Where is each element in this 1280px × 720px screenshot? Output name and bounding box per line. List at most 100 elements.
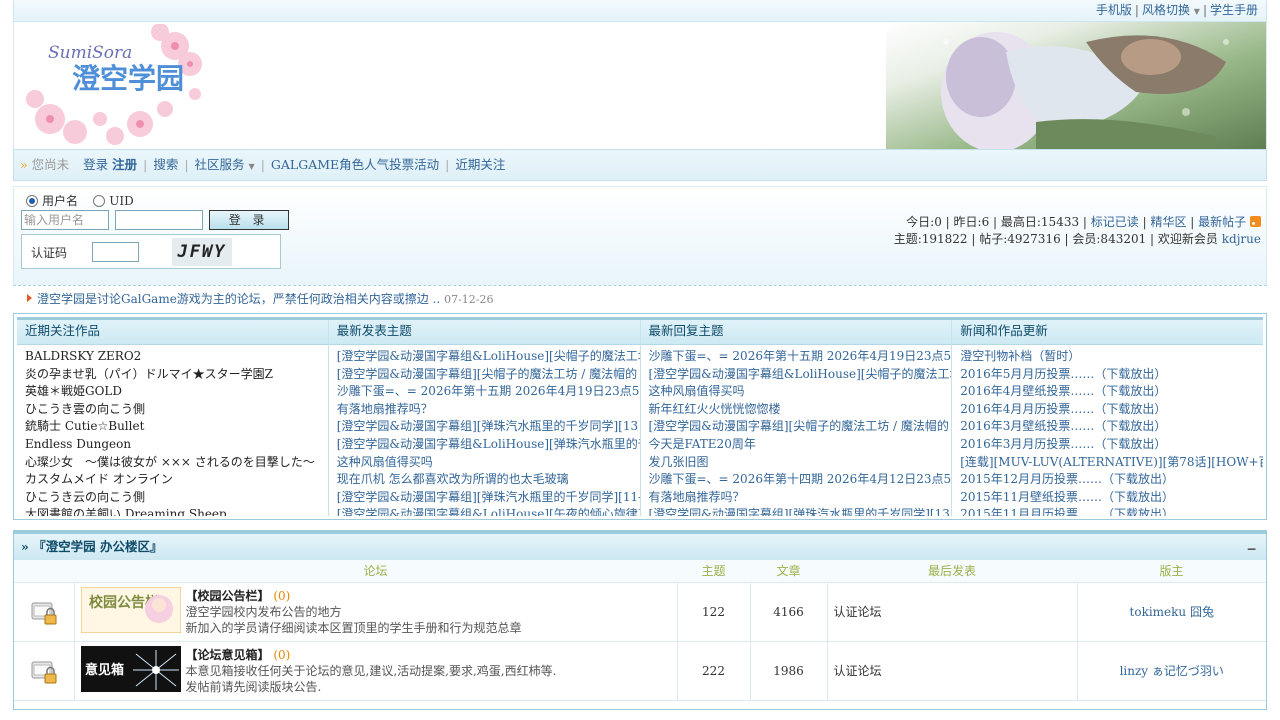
list-item[interactable]: [连载][MUV-LUV(ALTERNATIVE)][第78话][HOW+百度 bbox=[960, 455, 1263, 469]
forum-thumbnail[interactable]: 意见箱 bbox=[80, 646, 181, 692]
column-title: 最新回复主题 bbox=[640, 320, 952, 345]
new-member-link[interactable]: kdjrue bbox=[1222, 232, 1261, 246]
table-row: 意见箱 【论坛意见箱】 (0) 本意见箱接收任何关于论坛的意见,建议,活动提案,… bbox=[14, 641, 1266, 701]
column-title: 最新发表主题 bbox=[328, 320, 640, 345]
list-item[interactable]: 2016年3月壁纸投票……（下载放出） bbox=[960, 419, 1166, 433]
list-item[interactable]: [澄空学园&动漫国字幕组][弹珠汽水瓶里的千岁同学][13 bbox=[337, 419, 638, 433]
list-item[interactable]: BALDRSKY ZERO2 bbox=[25, 348, 328, 366]
list-item[interactable]: 现在爪机 怎么都喜欢改为所谓的也太毛玻璃 bbox=[337, 472, 569, 486]
list-item[interactable]: 沙雕下蛋=、= 2026年第十五期 2026年4月19日23点59分 bbox=[649, 349, 952, 363]
site-header: SumiSora 澄空学园 bbox=[13, 22, 1267, 149]
list-item[interactable]: 炎の孕ませ乳（パイ）ドルマイ★スター学園Z bbox=[25, 366, 328, 384]
style-switch-link[interactable]: 风格切换 bbox=[1142, 3, 1190, 17]
radio-username[interactable] bbox=[26, 195, 38, 207]
captcha-label: 认证码 bbox=[31, 246, 68, 260]
captcha-input[interactable] bbox=[92, 242, 139, 262]
list-item[interactable]: 2015年12月月历投票……（下载放出） bbox=[960, 472, 1174, 486]
list-item[interactable]: [澄空学园&动漫国字幕组&LoliHouse][尖帽子的魔法工坊 bbox=[337, 349, 640, 363]
list-item[interactable]: 2016年3月月历投票……（下载放出） bbox=[960, 437, 1166, 451]
column-new-replies: 最新回复主题 沙雕下蛋=、= 2026年第十五期 2026年4月19日23点59… bbox=[640, 320, 953, 516]
list-item[interactable]: ひこうき云の向こう側 bbox=[25, 489, 328, 507]
chevron-down-icon: ▼ bbox=[248, 162, 255, 171]
forum-name[interactable]: 【校园公告栏】 bbox=[186, 589, 270, 603]
forum-new-count: (0) bbox=[273, 648, 291, 662]
topic-count: 122 bbox=[677, 582, 751, 642]
list-item[interactable]: [澄空学园&动漫国字幕组][弹珠汽水瓶里的千岁同学][13 bbox=[649, 507, 950, 516]
list-item[interactable]: カスタムメイド オンライン bbox=[25, 471, 328, 489]
recent-focus-link[interactable]: 近期关注 bbox=[455, 157, 505, 172]
chevron-down-icon: ▼ bbox=[1193, 7, 1200, 16]
list-item[interactable]: 沙雕下蛋=、= 2026年第十四期 2026年4月12日23点59分 bbox=[649, 472, 952, 486]
digest-link[interactable]: 精华区 bbox=[1150, 215, 1186, 229]
list-item[interactable]: [澄空学园&动漫国字幕组][弹珠汽水瓶里的千岁同学][11- bbox=[337, 490, 640, 504]
list-item[interactable]: 发几张旧图 bbox=[649, 455, 709, 469]
list-item[interactable]: 心璨少女 ～僕は彼女が ××× されるのを目撃した～ bbox=[25, 454, 328, 472]
radio-uid[interactable] bbox=[93, 195, 106, 207]
radio-username-label: 用户名 bbox=[42, 194, 79, 208]
moderators[interactable]: linzy ぁ记忆づ羽い bbox=[1120, 664, 1224, 678]
last-post[interactable]: 认证论坛 bbox=[827, 641, 1078, 701]
list-item[interactable]: Endless Dungeon bbox=[25, 436, 328, 454]
list-item[interactable]: 2016年4月月历投票……（下载放出） bbox=[960, 402, 1166, 416]
list-item[interactable]: ひこうき雲の向こう側 bbox=[25, 401, 328, 419]
list-item[interactable]: 这种风扇值得买吗 bbox=[649, 384, 745, 398]
moderators[interactable]: tokimeku 囧兔 bbox=[1130, 605, 1214, 619]
password-input[interactable] bbox=[114, 210, 203, 230]
list-item[interactable]: [澄空学园&动漫国字幕组&LoliHouse][弹珠汽水瓶里的千 bbox=[337, 437, 640, 451]
forum-name[interactable]: 【论坛意见箱】 bbox=[186, 648, 270, 662]
post-count: 1986 bbox=[750, 641, 828, 701]
collapse-icon[interactable]: − bbox=[1247, 536, 1257, 561]
forum-stats: 今日:0 | 昨日:6 | 最高日:15433 | 标记已读 | 精华区 | 最… bbox=[893, 215, 1261, 246]
list-item[interactable]: 2016年4月壁纸投票……（下载放出） bbox=[960, 384, 1166, 398]
list-item[interactable]: 今天是FATE20周年 bbox=[649, 437, 756, 451]
list-item[interactable]: 澄空刊物补档（暂时） bbox=[960, 349, 1080, 363]
list-item[interactable]: [澄空学园&动漫国字幕组][尖帽子的魔法工坊 / 魔法帽的 bbox=[337, 367, 637, 381]
column-title: 近期关注作品 bbox=[17, 320, 328, 345]
category-header[interactable]: » 『澄空学园 办公楼区』 − bbox=[14, 531, 1266, 560]
radio-uid-label: UID bbox=[109, 194, 134, 208]
forum-category: » 『澄空学园 办公楼区』 − 论坛 主题 文章 最后发表 版主 校园公告栏 【… bbox=[13, 530, 1267, 710]
list-item[interactable]: 有落地扇推荐吗？ bbox=[649, 490, 745, 504]
announcement-link[interactable]: 澄空学园是讨论GalGame游戏为主的论坛，严禁任何政治相关内容或擦边 .. bbox=[37, 292, 440, 306]
forum-lock-icon bbox=[29, 597, 59, 627]
category-title: 『澄空学园 办公楼区』 bbox=[33, 539, 163, 554]
latest-posts-link[interactable]: 最新帖子 bbox=[1198, 215, 1246, 229]
list-item[interactable]: 英雄＊戦姫GOLD bbox=[25, 383, 328, 401]
forum-thumbnail[interactable]: 校园公告栏 bbox=[80, 586, 181, 634]
list-item[interactable]: 新年红红火火恍恍惚惚楼 bbox=[649, 402, 781, 416]
column-title: 新闻和作品更新 bbox=[952, 320, 1263, 345]
captcha-box: 认证码 JFWY bbox=[21, 234, 281, 269]
list-item[interactable]: 大図書館の羊飼い Dreaming Sheep bbox=[25, 506, 328, 516]
list-item[interactable]: 2015年11月壁纸投票……（下载放出） bbox=[960, 490, 1174, 504]
list-item[interactable]: 2015年11月月历投票……（下载放出） bbox=[960, 507, 1174, 516]
search-link[interactable]: 搜索 bbox=[153, 157, 178, 172]
list-item[interactable]: 有落地扇推荐吗？ bbox=[337, 402, 433, 416]
list-item[interactable]: [澄空学园&动漫国字幕组&LoliHouse][尖帽子的魔法工坊 bbox=[649, 367, 952, 381]
forum-new-count: (0) bbox=[273, 589, 291, 603]
list-item[interactable]: 銃騎士 Cutie☆Bullet bbox=[25, 418, 328, 436]
username-input[interactable]: 输入用户名 bbox=[21, 210, 109, 230]
site-logo[interactable]: SumiSora 澄空学园 bbox=[20, 23, 210, 148]
login-link[interactable]: 登录 bbox=[83, 157, 108, 172]
column-new-topics: 最新发表主题 [澄空学园&动漫国字幕组&LoliHouse][尖帽子的魔法工坊 … bbox=[328, 320, 641, 516]
header-last-post: 最后发表 bbox=[827, 560, 1077, 583]
community-menu[interactable]: 社区服务 bbox=[195, 157, 245, 172]
list-item[interactable]: 沙雕下蛋=、= 2026年第十五期 2026年4月19日23点59分 bbox=[337, 384, 640, 398]
vote-event-link[interactable]: GALGAME角色人气投票活动 bbox=[271, 157, 439, 172]
list-item[interactable]: [澄空学园&动漫国字幕组][尖帽子的魔法工坊 / 魔法帽的 bbox=[649, 419, 949, 433]
list-item[interactable]: 2016年5月月历投票……（下载放出） bbox=[960, 367, 1166, 381]
post-count: 4166 bbox=[750, 582, 828, 642]
list-item[interactable]: [澄空学园&动漫国字幕组&LoliHouse][午夜的倾心旋律] bbox=[337, 507, 640, 516]
last-post[interactable]: 认证论坛 bbox=[827, 582, 1078, 642]
list-item[interactable]: 这种风扇值得买吗 bbox=[337, 455, 433, 469]
mark-read-link[interactable]: 标记已读 bbox=[1091, 215, 1139, 229]
register-link[interactable]: 注册 bbox=[112, 157, 137, 172]
student-handbook-link[interactable]: 学生手册 bbox=[1210, 3, 1258, 17]
svg-text:SumiSora: SumiSora bbox=[48, 43, 132, 63]
mobile-link[interactable]: 手机版 bbox=[1096, 3, 1132, 17]
nav-bullet-icon: » bbox=[20, 157, 28, 172]
login-button[interactable]: 登 录 bbox=[208, 210, 289, 230]
rss-icon[interactable] bbox=[1250, 216, 1261, 227]
header-topics: 主题 bbox=[677, 560, 750, 583]
captcha-image[interactable]: JFWY bbox=[172, 238, 232, 266]
